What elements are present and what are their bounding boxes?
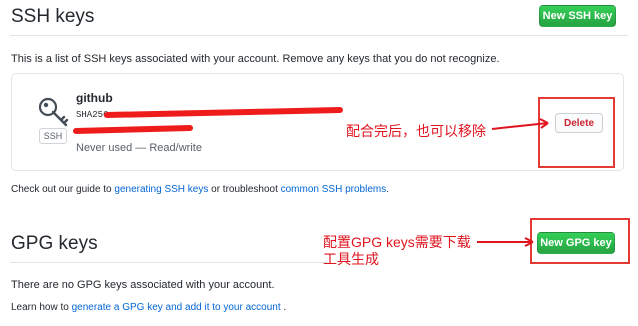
annotation-overlay xyxy=(73,107,549,247)
arrow-to-delete xyxy=(491,122,549,130)
redaction-scribble-1 xyxy=(104,107,343,118)
redaction-scribble-2 xyxy=(73,125,193,134)
